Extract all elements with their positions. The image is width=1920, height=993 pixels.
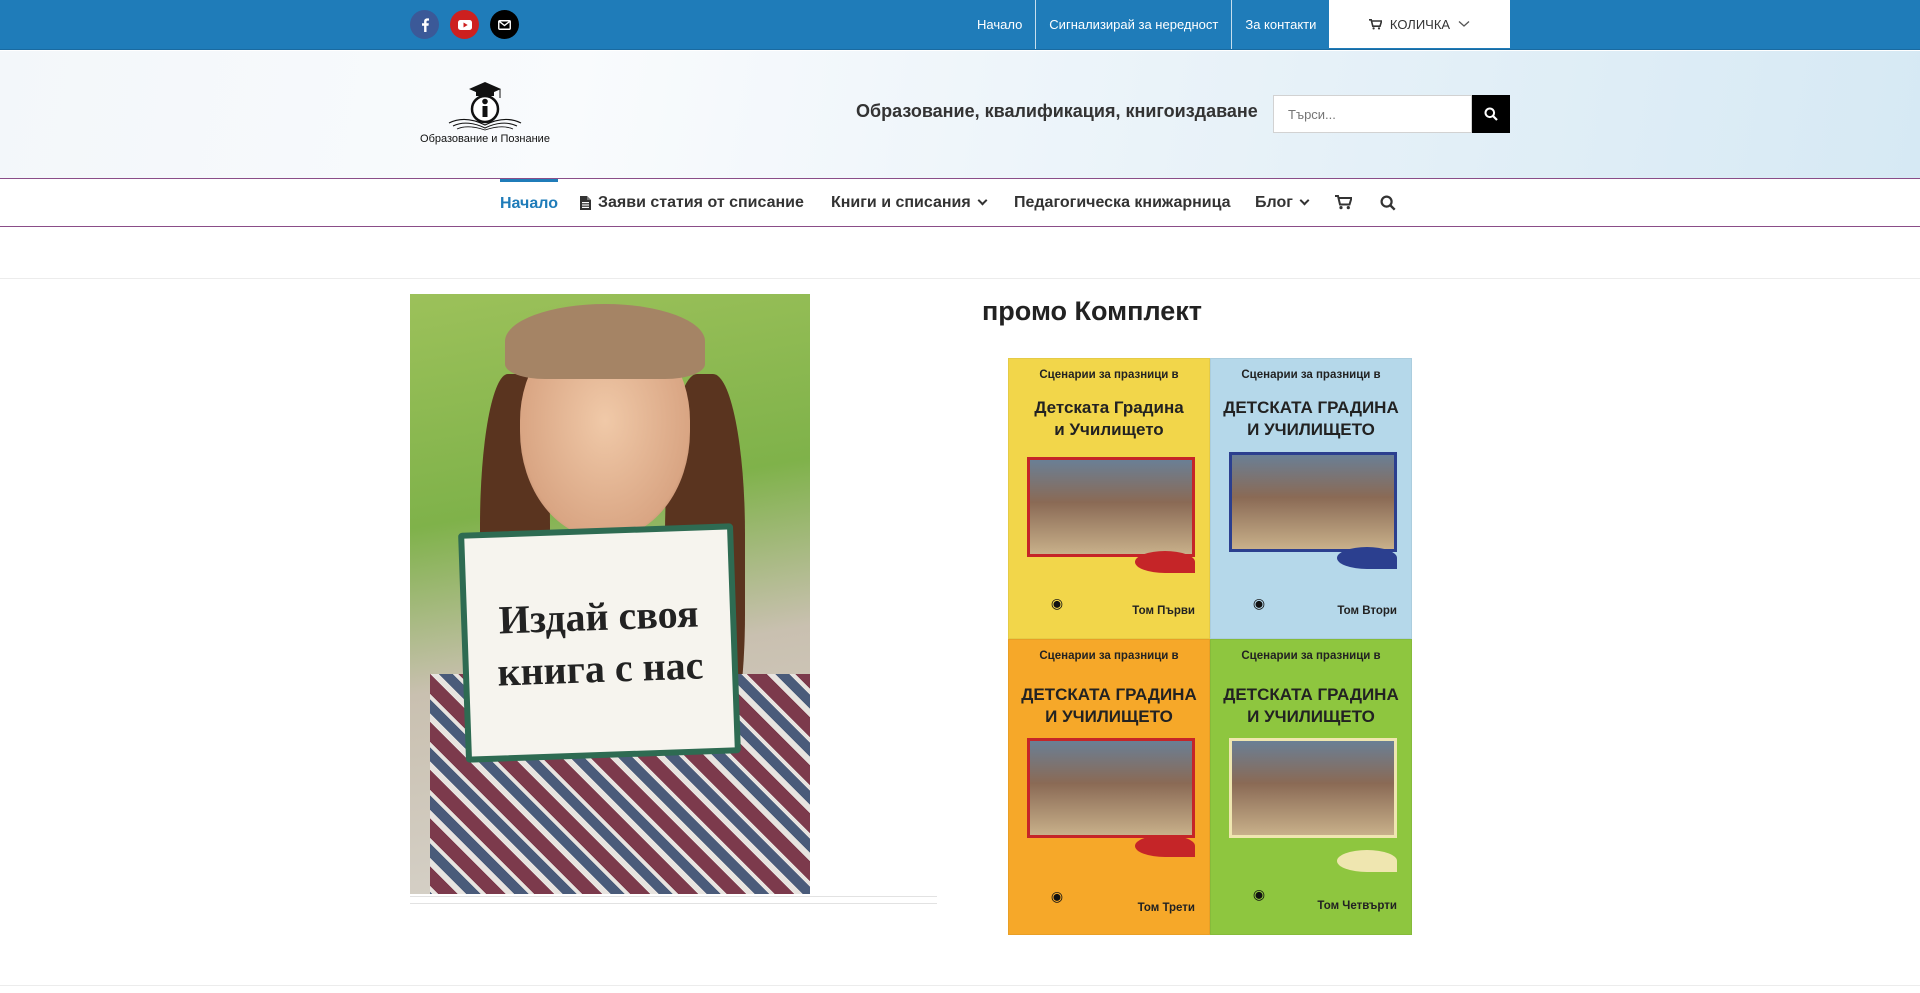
cover-photo xyxy=(1027,457,1195,557)
cover-volume: Том Първи xyxy=(1132,605,1195,617)
search-icon xyxy=(1380,194,1396,211)
product-image-collage[interactable]: Сценарии за празници в Детската Градина … xyxy=(1008,358,1412,935)
mail-icon[interactable] xyxy=(490,10,519,39)
publish-book-promo-banner[interactable]: Издай своя книга с нас xyxy=(410,294,810,894)
site-logo[interactable]: Образование и Познание xyxy=(419,81,551,147)
youtube-icon[interactable] xyxy=(450,10,479,39)
open-book-illustration: Издай своя книга с нас xyxy=(458,523,741,763)
ornament-icon xyxy=(1337,850,1397,872)
search-form xyxy=(1273,95,1510,133)
publisher-logo-icon: ◉ xyxy=(1252,886,1266,902)
cover-volume: Том Трети xyxy=(1137,902,1195,914)
top-link-home[interactable]: Начало xyxy=(964,0,1037,49)
top-bar: Начало Сигнализирай за нередност За конт… xyxy=(0,0,1920,50)
book-cover-vol-1: Сценарии за празници в Детската Градина … xyxy=(1008,358,1210,639)
publisher-logo-icon: ◉ xyxy=(1050,595,1064,611)
cap-illustration xyxy=(505,304,705,379)
site-tagline: Образование, квалификация, книгоиздаване xyxy=(856,101,1258,121)
site-header: Образование и Познание Образование, квал… xyxy=(0,51,1920,178)
nav-cart[interactable] xyxy=(1335,179,1352,226)
nav-item-bookstore[interactable]: Педагогическа книжарница xyxy=(1014,179,1231,226)
cart-icon xyxy=(1335,195,1352,210)
top-link-report[interactable]: Сигнализирай за нередност xyxy=(1036,0,1233,49)
nav-item-books[interactable]: Книги и списания xyxy=(831,179,988,226)
section-divider xyxy=(0,985,1920,986)
nav-item-home-label: Начало xyxy=(500,195,558,212)
facebook-icon[interactable] xyxy=(410,10,439,39)
book-cover-vol-3: Сценарии за празници в ДЕТСКАТА ГРАДИНА … xyxy=(1008,639,1210,935)
cover-title: ДЕТСКАТА ГРАДИНА И УЧИЛИЩЕТО xyxy=(1223,398,1399,439)
chevron-down-icon xyxy=(977,195,988,206)
document-icon xyxy=(580,195,591,210)
divider xyxy=(410,896,937,897)
promo-book-line-2: книга с нас xyxy=(496,642,705,695)
cover-subtitle: Сценарии за празници в xyxy=(1241,369,1381,381)
publisher-logo-icon: ◉ xyxy=(1252,595,1266,611)
cover-photo xyxy=(1229,738,1397,838)
top-link-contacts[interactable]: За контакти xyxy=(1232,0,1329,49)
section-divider xyxy=(0,278,1920,279)
book-cover-vol-4: Сценарии за празници в ДЕТСКАТА ГРАДИНА … xyxy=(1210,639,1412,935)
divider xyxy=(410,903,937,904)
cart-icon xyxy=(1368,18,1382,29)
search-input[interactable] xyxy=(1273,95,1472,133)
ornament-icon xyxy=(1135,835,1195,857)
main-navigation: Начало Заяви статия от списание Книги и … xyxy=(0,178,1920,227)
nav-item-home[interactable]: Начало xyxy=(500,179,558,226)
cover-subtitle: Сценарии за празници в xyxy=(1039,369,1179,381)
cover-subtitle: Сценарии за празници в xyxy=(1039,650,1179,662)
cover-title: ДЕТСКАТА ГРАДИНА И УЧИЛИЩЕТО xyxy=(1223,685,1399,726)
nav-item-bookstore-label: Педагогическа книжарница xyxy=(1014,193,1231,211)
nav-item-submit-article-label: Заяви статия от списание xyxy=(598,193,804,211)
graduate-book-logo-icon xyxy=(448,82,522,131)
logo-text: Образование и Познание xyxy=(420,133,550,145)
ornament-icon xyxy=(1135,551,1195,573)
promo-book-line-1: Издай своя xyxy=(497,590,700,643)
cart-button[interactable]: КОЛИЧКА xyxy=(1329,0,1510,48)
cover-title: Детската Градина и Училището xyxy=(1034,398,1184,439)
nav-item-blog[interactable]: Блог xyxy=(1255,179,1310,226)
nav-item-blog-label: Блог xyxy=(1255,193,1293,211)
top-navigation: Начало Сигнализирай за нередност За конт… xyxy=(964,0,1329,49)
nav-item-books-label: Книги и списания xyxy=(831,193,971,211)
product-title: промо Комплект xyxy=(982,296,1202,326)
chevron-down-icon xyxy=(1299,195,1310,206)
cover-subtitle: Сценарии за празници в xyxy=(1241,650,1381,662)
cover-photo xyxy=(1027,738,1195,838)
book-cover-vol-2: Сценарии за празници в ДЕТСКАТА ГРАДИНА … xyxy=(1210,358,1412,639)
cover-photo xyxy=(1229,452,1397,552)
cover-volume: Том Четвърти xyxy=(1317,900,1397,912)
publisher-logo-icon: ◉ xyxy=(1050,888,1064,904)
cover-volume: Том Втори xyxy=(1337,605,1397,617)
ornament-icon xyxy=(1337,547,1397,569)
search-button[interactable] xyxy=(1472,95,1510,133)
nav-search[interactable] xyxy=(1380,179,1396,226)
chevron-down-icon xyxy=(1458,21,1470,27)
search-icon xyxy=(1484,107,1498,121)
nav-item-submit-article[interactable]: Заяви статия от списание xyxy=(580,179,804,226)
cart-label: КОЛИЧКА xyxy=(1389,16,1451,32)
cover-title: ДЕТСКАТА ГРАДИНА И УЧИЛИЩЕТО xyxy=(1021,685,1197,726)
